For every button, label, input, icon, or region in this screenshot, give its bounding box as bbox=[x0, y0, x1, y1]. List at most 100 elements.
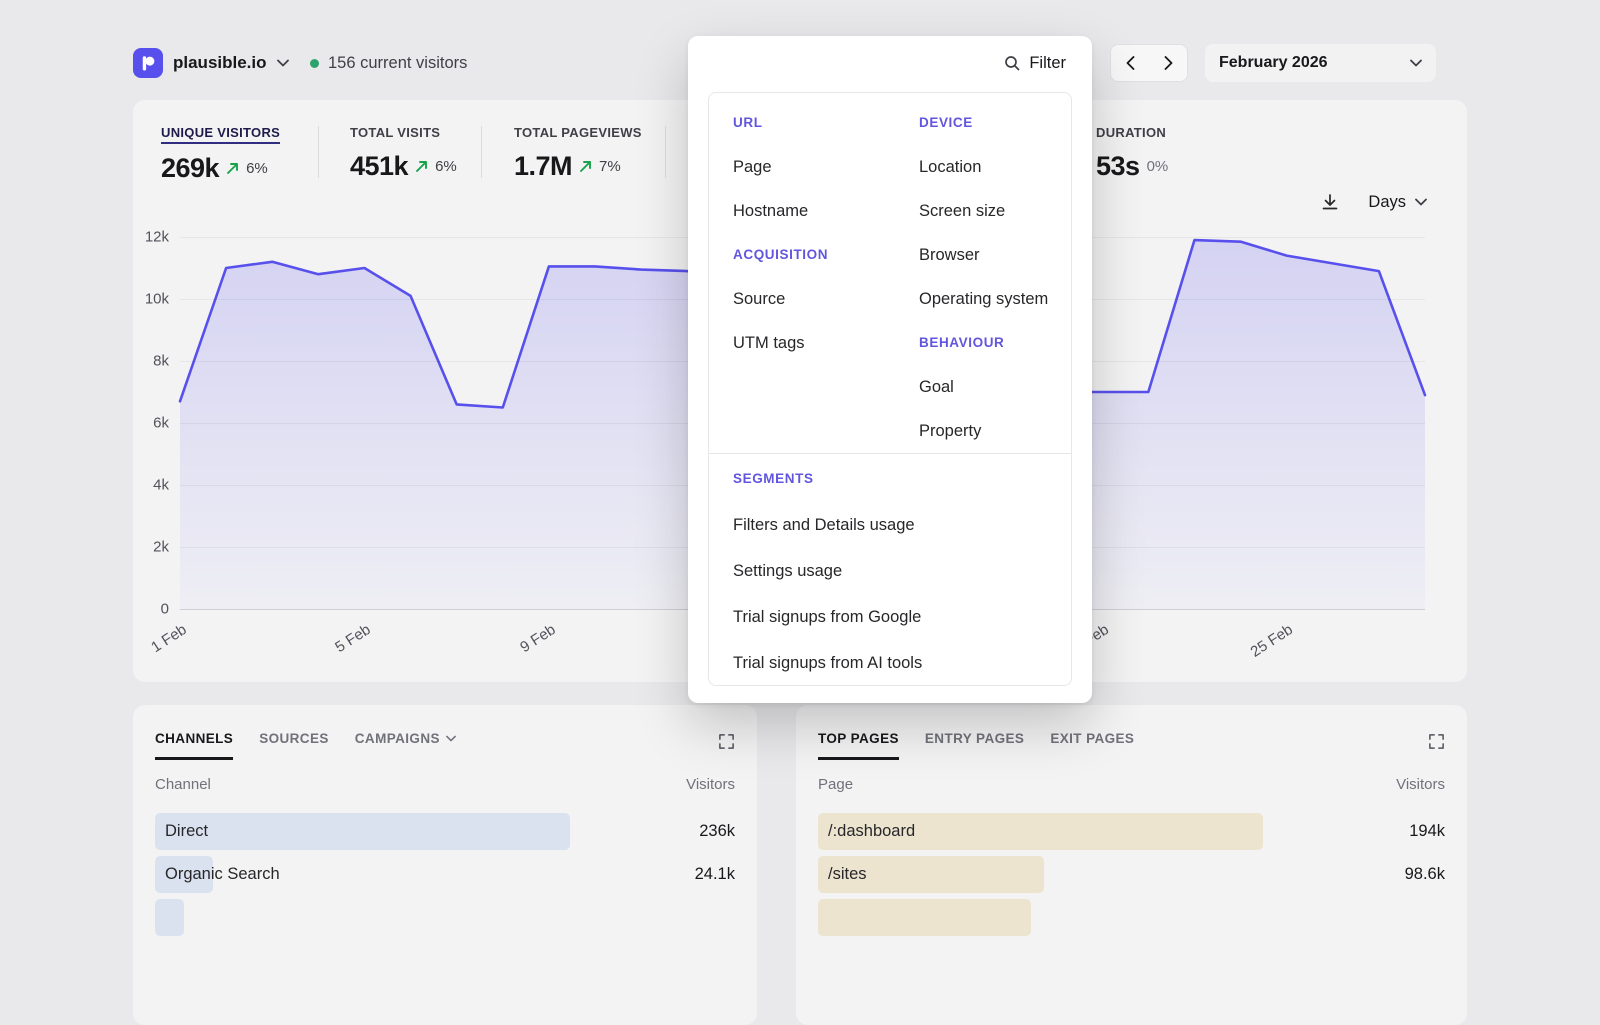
stat-value: 1.7M bbox=[514, 151, 572, 182]
stat-visit-duration[interactable]: DURATION 53s 0% bbox=[1096, 124, 1168, 182]
stat-value: 53s bbox=[1096, 151, 1140, 182]
tab-entry-pages[interactable]: ENTRY PAGES bbox=[925, 731, 1024, 760]
row-value: 236k bbox=[699, 822, 735, 841]
channels-panel: CHANNELS SOURCES CAMPAIGNS Channel Visit… bbox=[133, 705, 757, 1025]
filter-option-utm-tags[interactable]: UTM tags bbox=[709, 321, 919, 365]
arrow-up-right-icon bbox=[579, 160, 592, 173]
stat-label: DURATION bbox=[1096, 125, 1166, 140]
filter-options-panel: URL Page Hostname ACQUISITION Source UTM… bbox=[708, 92, 1072, 686]
row-label: /:dashboard bbox=[818, 822, 915, 841]
x-axis-label: 5 Feb bbox=[332, 621, 373, 656]
filter-modal: Filter URL Page Hostname ACQUISITION Sou… bbox=[688, 36, 1092, 703]
download-icon bbox=[1320, 192, 1340, 212]
filter-option-goal[interactable]: Goal bbox=[919, 365, 1071, 409]
y-axis-label: 4k bbox=[153, 477, 169, 494]
filter-option-page[interactable]: Page bbox=[709, 145, 919, 189]
divider bbox=[318, 126, 319, 178]
filter-option-property[interactable]: Property bbox=[919, 409, 1071, 453]
expand-pages-button[interactable] bbox=[1428, 733, 1445, 750]
y-axis-label: 12k bbox=[145, 229, 169, 246]
channel-row-direct[interactable]: Direct 236k bbox=[155, 813, 735, 850]
stat-change: 0% bbox=[1147, 158, 1169, 175]
row-value: 24.1k bbox=[695, 865, 735, 884]
filter-option-location[interactable]: Location bbox=[919, 145, 1071, 189]
next-period-button[interactable] bbox=[1149, 45, 1187, 81]
page-row-dashboard[interactable]: /:dashboard 194k bbox=[818, 813, 1445, 850]
arrow-up-right-icon bbox=[226, 162, 239, 175]
search-icon bbox=[1004, 55, 1020, 71]
prev-period-button[interactable] bbox=[1111, 45, 1149, 81]
live-dot-icon bbox=[310, 59, 319, 68]
filter-option-source[interactable]: Source bbox=[709, 277, 919, 321]
channel-row-partial[interactable] bbox=[155, 899, 735, 936]
segment-option-filters-and-details-usage[interactable]: Filters and Details usage bbox=[709, 502, 1071, 548]
segment-option-trial-signups-from-google[interactable]: Trial signups from Google bbox=[709, 594, 1071, 640]
filter-option-screen-size[interactable]: Screen size bbox=[919, 189, 1071, 233]
export-download-button[interactable] bbox=[1320, 192, 1340, 212]
y-axis-label: 2k bbox=[153, 539, 169, 556]
channel-row-organic-search[interactable]: Organic Search 24.1k bbox=[155, 856, 735, 893]
filter-option-hostname[interactable]: Hostname bbox=[709, 189, 919, 233]
divider bbox=[665, 126, 666, 178]
row-value: 98.6k bbox=[1405, 865, 1445, 884]
tab-channels[interactable]: CHANNELS bbox=[155, 731, 233, 760]
tab-top-pages[interactable]: TOP PAGES bbox=[818, 731, 899, 760]
stat-label: TOTAL VISITS bbox=[350, 125, 440, 140]
period-nav bbox=[1110, 44, 1188, 82]
chevron-down-icon bbox=[1415, 198, 1427, 206]
chevron-down-icon bbox=[1410, 59, 1422, 67]
expand-icon bbox=[1428, 733, 1445, 750]
filter-search[interactable]: Filter bbox=[688, 36, 1092, 90]
expand-channels-button[interactable] bbox=[718, 733, 735, 750]
row-label: Direct bbox=[155, 822, 208, 841]
segment-option-settings-usage[interactable]: Settings usage bbox=[709, 548, 1071, 594]
date-range-picker[interactable]: February 2026 bbox=[1205, 44, 1436, 82]
y-axis-label: 0 bbox=[161, 601, 169, 618]
chevron-left-icon bbox=[1126, 56, 1135, 70]
pages-panel: TOP PAGES ENTRY PAGES EXIT PAGES Page Vi… bbox=[796, 705, 1467, 1025]
site-picker[interactable]: plausible.io bbox=[133, 45, 289, 81]
x-axis-label: 9 Feb bbox=[517, 621, 558, 656]
page-row-sites[interactable]: /sites 98.6k bbox=[818, 856, 1445, 893]
page-row-partial[interactable] bbox=[818, 899, 1445, 936]
filter-group-device: DEVICE bbox=[919, 101, 1071, 145]
chevron-right-icon bbox=[1164, 56, 1173, 70]
filter-label: Filter bbox=[1029, 54, 1066, 73]
current-visitors-label: 156 current visitors bbox=[328, 54, 467, 73]
stat-value: 451k bbox=[350, 151, 408, 182]
x-axis-label: 1 Feb bbox=[148, 621, 189, 656]
row-value: 194k bbox=[1409, 822, 1445, 841]
row-bar bbox=[818, 899, 1031, 936]
row-bar bbox=[155, 899, 184, 936]
column-header-visitors: Visitors bbox=[686, 776, 735, 793]
filter-option-browser[interactable]: Browser bbox=[919, 233, 1071, 277]
stat-total-pageviews[interactable]: TOTAL PAGEVIEWS 1.7M 7% bbox=[514, 124, 642, 182]
x-axis-label: 25 Feb bbox=[1247, 621, 1295, 661]
plausible-logo-icon bbox=[133, 48, 163, 78]
y-axis-label: 8k bbox=[153, 353, 169, 370]
column-header-channel: Channel bbox=[155, 776, 211, 793]
tab-campaigns[interactable]: CAMPAIGNS bbox=[355, 731, 456, 760]
stat-change: 6% bbox=[435, 158, 457, 175]
interval-picker[interactable]: Days bbox=[1368, 193, 1427, 212]
stat-change: 7% bbox=[599, 158, 621, 175]
column-header-visitors: Visitors bbox=[1396, 776, 1445, 793]
current-visitors[interactable]: 156 current visitors bbox=[310, 45, 467, 81]
plausible-logo-glyph bbox=[139, 54, 157, 72]
column-header-page: Page bbox=[818, 776, 853, 793]
y-axis-label: 10k bbox=[145, 291, 169, 308]
filter-group-url: URL bbox=[709, 101, 919, 145]
tab-sources[interactable]: SOURCES bbox=[259, 731, 329, 760]
expand-icon bbox=[718, 733, 735, 750]
stat-total-visits[interactable]: TOTAL VISITS 451k 6% bbox=[350, 124, 457, 182]
date-range-label: February 2026 bbox=[1219, 54, 1328, 72]
interval-label: Days bbox=[1368, 193, 1406, 212]
row-label: /sites bbox=[818, 865, 867, 884]
stat-unique-visitors[interactable]: UNIQUE VISITORS 269k 6% bbox=[161, 124, 280, 184]
filter-option-operating-system[interactable]: Operating system bbox=[919, 277, 1071, 321]
chevron-down-icon bbox=[446, 735, 456, 742]
row-bar bbox=[155, 813, 570, 850]
segment-option-trial-signups-from-ai-tools[interactable]: Trial signups from AI tools bbox=[709, 640, 1071, 686]
stat-value: 269k bbox=[161, 153, 219, 184]
tab-exit-pages[interactable]: EXIT PAGES bbox=[1050, 731, 1134, 760]
